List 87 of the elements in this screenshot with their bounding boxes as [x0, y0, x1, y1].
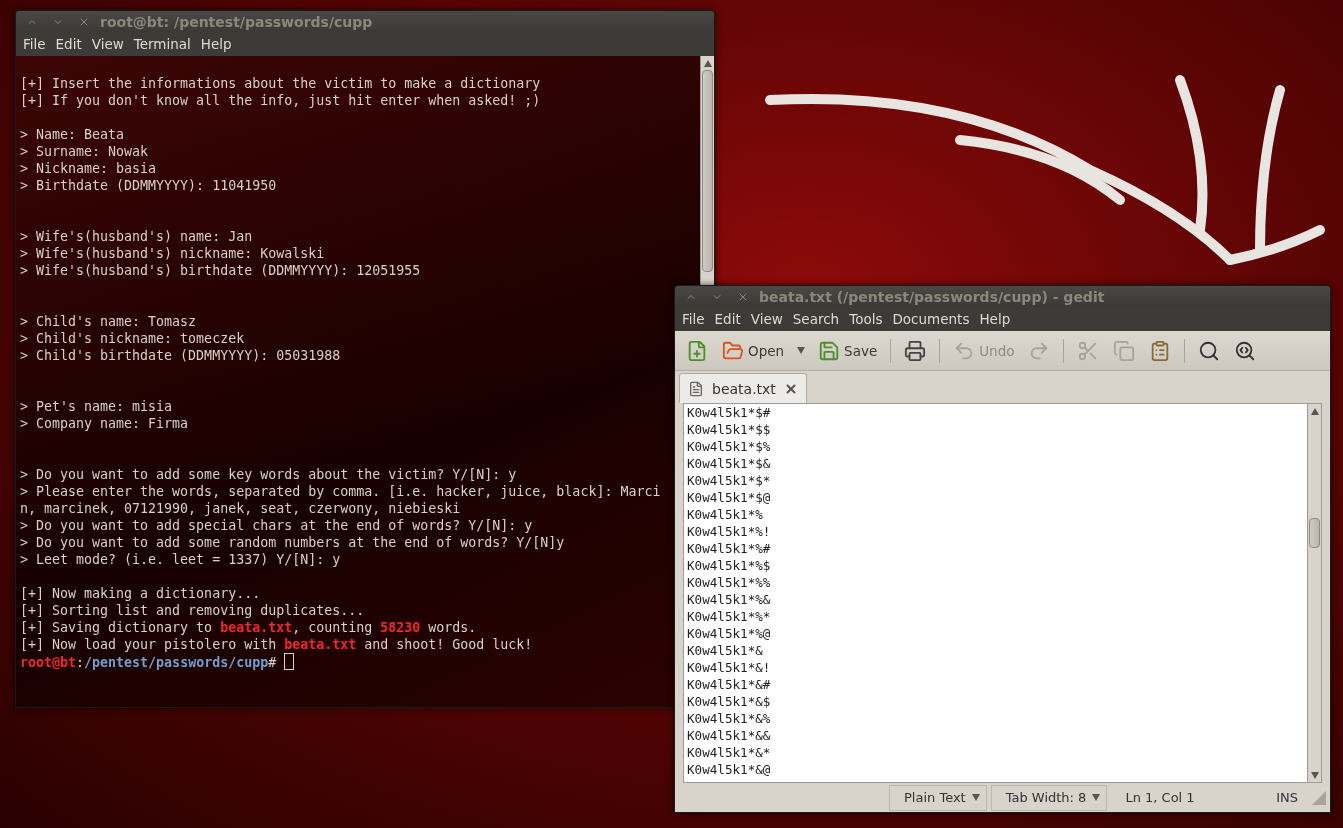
- text-line: K0w4l5k1*%&: [687, 591, 772, 608]
- tab-label: beata.txt: [712, 380, 776, 397]
- resize-grip-icon: [1312, 790, 1326, 805]
- terminal-line: > Leet mode? (i.e. leet = 1337) Y/[N]: y: [20, 551, 341, 568]
- scrollbar[interactable]: [1307, 404, 1321, 782]
- menu-item[interactable]: Documents: [888, 309, 974, 329]
- text-line: K0w4l5k1*%$: [687, 557, 772, 574]
- text-line: K0w4l5k1*$&: [687, 455, 772, 472]
- terminal-line: > Please enter the words, separated by comma. [i.e. hacker, juice, black]: Marci: [20, 483, 661, 500]
- terminal-line: > Company name: Firma: [20, 415, 189, 432]
- save-icon: [818, 339, 841, 362]
- text-line: K0w4l5k1*&@: [687, 761, 772, 778]
- text-line: K0w4l5k1*$%: [687, 438, 772, 455]
- save-button[interactable]: Save: [813, 334, 883, 367]
- text-line: K0w4l5k1*%%: [687, 574, 772, 591]
- terminal-line: [+] Sorting list and removing duplicates...: [20, 602, 365, 619]
- terminal-line: > Wife's(husband's) birthdate (DDMMYYYY): 12051955: [20, 262, 421, 279]
- terminal-line: > Wife's(husband's) name: Jan: [20, 228, 253, 245]
- text-line: K0w4l5k1*$*: [687, 472, 772, 489]
- menu-item[interactable]: File: [19, 34, 50, 54]
- terminal-line: > Wife's(husband's) nickname: Kowalski: [20, 245, 325, 262]
- open-button[interactable]: Open: [717, 334, 790, 367]
- menu-item[interactable]: Search: [788, 309, 844, 329]
- caret-icon: [971, 794, 980, 801]
- dropdown-caret-icon: [797, 347, 806, 354]
- terminal-line: [+] Insert the informations about the victim to make a dictionary: [20, 75, 541, 92]
- menu-item[interactable]: Help: [196, 34, 236, 54]
- text-line: K0w4l5k1*$#: [687, 404, 772, 421]
- text-line: K0w4l5k1*$$: [687, 421, 772, 438]
- terminal-line: > Surname: Nowak: [20, 143, 149, 160]
- terminal-line: [+] If you don't know all the info, just hit enter when asked! ;): [20, 92, 541, 109]
- menu-item[interactable]: Help: [975, 309, 1015, 329]
- terminal-line: > Child's name: Tomasz: [20, 313, 197, 330]
- terminal-line: [+] Saving dictionary to beata.txt, counting 58230 words.: [20, 619, 477, 636]
- menu-item[interactable]: Edit: [51, 34, 86, 54]
- text-line: K0w4l5k1*&: [687, 642, 764, 659]
- text-line: K0w4l5k1*&%: [687, 710, 772, 727]
- search-icon: [1198, 339, 1221, 362]
- terminal-line: > Birthdate (DDMMYYYY): 11041950: [20, 177, 277, 194]
- terminal-line: > Do you want to add special chars at the end of words? Y/[N]: y: [20, 517, 533, 534]
- text-line: K0w4l5k1*%@: [687, 625, 772, 642]
- menu-item[interactable]: View: [746, 309, 787, 329]
- menu-item[interactable]: Tools: [845, 309, 887, 329]
- text-line: K0w4l5k1*&#: [687, 676, 772, 693]
- terminal-line: [+] Now load your pistolero with beata.txt and shoot! Good luck!: [20, 636, 533, 653]
- text-line: K0w4l5k1*%: [687, 506, 764, 523]
- menu-item[interactable]: View: [87, 34, 128, 54]
- insert-mode: INS: [1275, 790, 1299, 805]
- menu-item[interactable]: Terminal: [129, 34, 195, 54]
- scrollbar-thumb[interactable]: [702, 70, 713, 272]
- text-line: K0w4l5k1*%#: [687, 540, 772, 557]
- terminal-line: > Child's birthdate (DDMMYYYY): 05031988: [20, 347, 341, 364]
- window-title: beata.txt (/pentest/passwords/cupp) - gedit: [759, 288, 1105, 305]
- document-tab[interactable]: beata.txt: [679, 373, 807, 403]
- menu-item[interactable]: File: [678, 309, 709, 329]
- close-tab-icon: [783, 381, 798, 396]
- terminal-line: > Do you want to add some key words about the victim? Y/[N]: y: [20, 466, 517, 483]
- caret-icon: [1092, 794, 1101, 801]
- text-line: K0w4l5k1*&!: [687, 659, 772, 676]
- text-line: K0w4l5k1*&&: [687, 727, 772, 744]
- menu-item[interactable]: Edit: [710, 309, 745, 329]
- down-triangle-icon: [1310, 771, 1319, 779]
- text-line: K0w4l5k1*&$: [687, 693, 772, 710]
- terminal-line: > Nickname: basia: [20, 160, 157, 177]
- terminal-line: [+] Now making a dictionary...: [20, 585, 261, 602]
- up-triangle-icon: [1310, 407, 1319, 415]
- text-line: K0w4l5k1*%*: [687, 608, 772, 625]
- folder-icon: [722, 339, 744, 362]
- cursor-position: Ln 1, Col 1: [1124, 790, 1196, 805]
- printer-icon: [904, 339, 927, 362]
- tab-width-dropdown[interactable]: Tab Width: 8: [990, 784, 1108, 811]
- language-dropdown[interactable]: Plain Text: [889, 784, 987, 811]
- shell-prompt: root@bt:/pentest/passwords/cupp#: [20, 655, 278, 670]
- terminal-line: > Child's nickname: tomeczek: [20, 330, 245, 347]
- text-line: K0w4l5k1*&*: [687, 744, 772, 761]
- scrollbar-thumb[interactable]: [1309, 518, 1320, 548]
- terminal-line: n, marcinek, 07121990, janek, seat, czerwony, niebieski: [20, 500, 461, 517]
- copy-icon: [1113, 339, 1136, 362]
- terminal-line: > Do you want to add some random numbers at the end of words? Y/[N]y: [20, 534, 565, 551]
- text-line: K0w4l5k1*%!: [687, 523, 772, 540]
- terminal-line: > Pet's name: misia: [20, 398, 173, 415]
- new-document-icon: [686, 339, 708, 362]
- terminal-line: > Name: Beata: [20, 126, 125, 143]
- document-icon: [688, 380, 704, 397]
- text-line: K0w4l5k1*$@: [687, 489, 772, 506]
- up-triangle-icon: [703, 59, 712, 67]
- window-title: root@bt: /pentest/passwords/cupp: [100, 13, 373, 30]
